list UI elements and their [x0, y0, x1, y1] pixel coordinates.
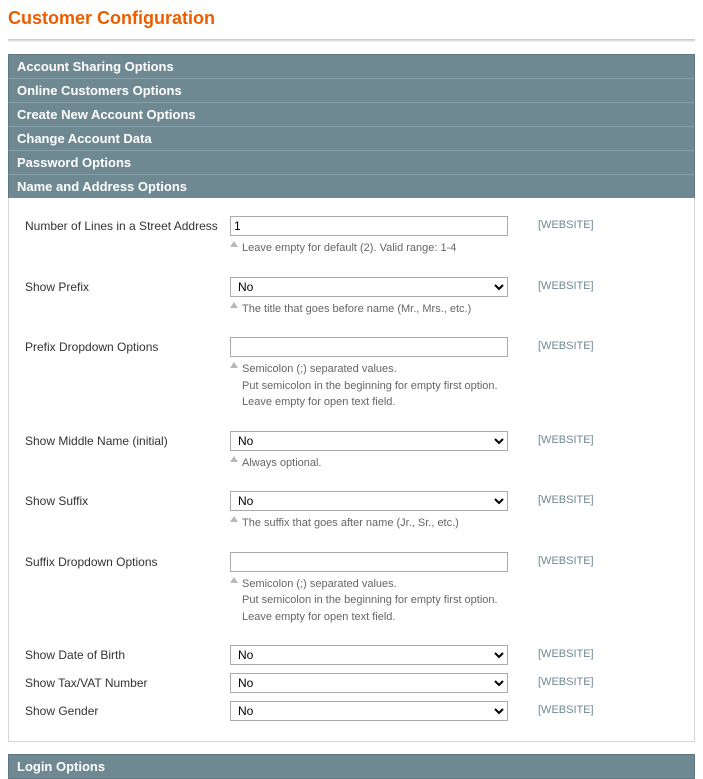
label-prefix-options: Prefix Dropdown Options: [25, 337, 230, 354]
field-row-street-lines: Number of Lines in a Street Address Leav…: [25, 216, 678, 259]
field-row-suffix-options: Suffix Dropdown Options Semicolon (;) se…: [25, 552, 678, 628]
field-mid: Semicolon (;) separated values. Put semic…: [230, 552, 510, 628]
config-sections: Account Sharing Options Online Customers…: [0, 54, 703, 779]
field-row-show-middle: Show Middle Name (initial) No Always opt…: [25, 431, 678, 474]
caret-icon: [230, 577, 238, 583]
divider: [8, 39, 695, 42]
field-mid: No: [230, 673, 510, 693]
hint-show-prefix: The title that goes before name (Mr., Mr…: [230, 297, 510, 320]
hint-text: Semicolon (;) separated values.: [242, 363, 397, 375]
section-change-account[interactable]: Change Account Data: [8, 126, 695, 150]
section-body-name-address: Number of Lines in a Street Address Leav…: [8, 198, 695, 742]
section-name-address[interactable]: Name and Address Options: [8, 174, 695, 198]
input-prefix-options[interactable]: [230, 337, 508, 357]
caret-icon: [230, 241, 238, 247]
select-show-middle[interactable]: No: [230, 431, 508, 451]
select-show-suffix[interactable]: No: [230, 491, 508, 511]
label-show-gender: Show Gender: [25, 701, 230, 718]
field-mid: Leave empty for default (2). Valid range…: [230, 216, 510, 259]
hint-suffix-options: Semicolon (;) separated values. Put semic…: [230, 572, 510, 628]
page-title: Customer Configuration: [0, 0, 703, 39]
label-street-lines: Number of Lines in a Street Address: [25, 216, 230, 233]
section-create-account[interactable]: Create New Account Options: [8, 102, 695, 126]
label-show-middle: Show Middle Name (initial): [25, 431, 230, 448]
hint-text: Always optional.: [242, 457, 322, 469]
scope-label: [WEBSITE]: [538, 216, 594, 231]
input-street-lines[interactable]: [230, 216, 508, 236]
field-mid: No Always optional.: [230, 431, 510, 474]
field-row-show-taxvat: Show Tax/VAT Number No [WEBSITE]: [25, 673, 678, 693]
select-show-gender[interactable]: No: [230, 701, 508, 721]
label-suffix-options: Suffix Dropdown Options: [25, 552, 230, 569]
label-show-suffix: Show Suffix: [25, 491, 230, 508]
caret-icon: [230, 302, 238, 308]
hint-text: Leave empty for default (2). Valid range…: [242, 242, 456, 254]
field-mid: No The title that goes before name (Mr.,…: [230, 277, 510, 320]
caret-icon: [230, 516, 238, 522]
scope-label: [WEBSITE]: [538, 431, 594, 446]
scope-label: [WEBSITE]: [538, 645, 594, 660]
select-show-taxvat[interactable]: No: [230, 673, 508, 693]
section-login-options[interactable]: Login Options: [8, 754, 695, 779]
hint-show-suffix: The suffix that goes after name (Jr., Sr…: [230, 511, 510, 534]
hint-text: Leave empty for open text field.: [242, 611, 395, 623]
caret-icon: [230, 456, 238, 462]
scope-label: [WEBSITE]: [538, 277, 594, 292]
hint-text: Put semicolon in the beginning for empty…: [242, 380, 498, 392]
label-show-dob: Show Date of Birth: [25, 645, 230, 662]
label-show-taxvat: Show Tax/VAT Number: [25, 673, 230, 690]
scope-label: [WEBSITE]: [538, 337, 594, 352]
field-row-show-suffix: Show Suffix No The suffix that goes afte…: [25, 491, 678, 534]
field-row-show-dob: Show Date of Birth No [WEBSITE]: [25, 645, 678, 665]
hint-show-middle: Always optional.: [230, 451, 510, 474]
field-mid: No: [230, 701, 510, 721]
field-mid: No The suffix that goes after name (Jr.,…: [230, 491, 510, 534]
scope-label: [WEBSITE]: [538, 673, 594, 688]
select-show-prefix[interactable]: No: [230, 277, 508, 297]
hint-street-lines: Leave empty for default (2). Valid range…: [230, 236, 510, 259]
field-mid: No: [230, 645, 510, 665]
section-online-customers[interactable]: Online Customers Options: [8, 78, 695, 102]
scope-label: [WEBSITE]: [538, 552, 594, 567]
field-mid: Semicolon (;) separated values. Put semic…: [230, 337, 510, 413]
input-suffix-options[interactable]: [230, 552, 508, 572]
section-password[interactable]: Password Options: [8, 150, 695, 174]
label-show-prefix: Show Prefix: [25, 277, 230, 294]
hint-text: The suffix that goes after name (Jr., Sr…: [242, 517, 459, 529]
hint-text: Put semicolon in the beginning for empty…: [242, 594, 498, 606]
select-show-dob[interactable]: No: [230, 645, 508, 665]
hint-text: Semicolon (;) separated values.: [242, 578, 397, 590]
hint-text: The title that goes before name (Mr., Mr…: [242, 303, 471, 315]
scope-label: [WEBSITE]: [538, 491, 594, 506]
hint-text: Leave empty for open text field.: [242, 396, 395, 408]
field-row-show-prefix: Show Prefix No The title that goes befor…: [25, 277, 678, 320]
hint-prefix-options-1: Semicolon (;) separated values. Put semic…: [230, 357, 510, 413]
caret-icon: [230, 362, 238, 368]
scope-label: [WEBSITE]: [538, 701, 594, 716]
section-account-sharing[interactable]: Account Sharing Options: [8, 54, 695, 78]
field-row-show-gender: Show Gender No [WEBSITE]: [25, 701, 678, 721]
field-row-prefix-options: Prefix Dropdown Options Semicolon (;) se…: [25, 337, 678, 413]
